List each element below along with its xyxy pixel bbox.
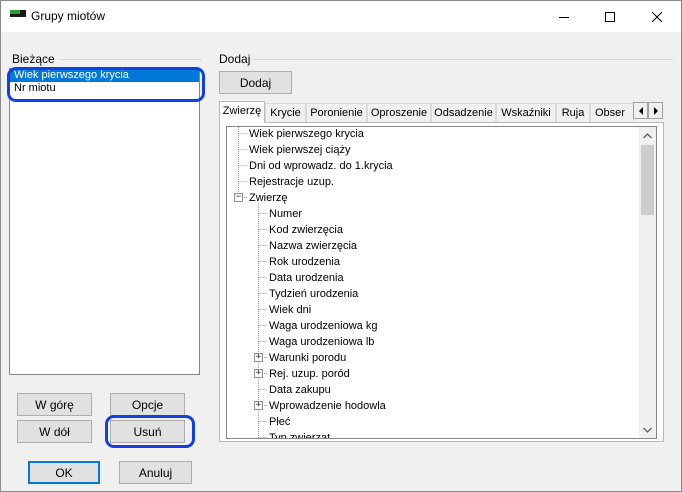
scroll-up-button[interactable] — [639, 127, 656, 144]
minimize-button[interactable] — [541, 1, 587, 32]
tree-item[interactable]: Płeć — [269, 414, 290, 430]
tab-krycie[interactable]: Krycie — [265, 103, 306, 123]
tree-node-rej-uzup-porod[interactable]: Rej. uzup. poród — [269, 366, 350, 382]
chevron-down-icon — [643, 427, 652, 433]
maximize-icon — [605, 11, 615, 22]
list-item[interactable]: Nr miotu — [10, 82, 199, 95]
scroll-down-button[interactable] — [639, 421, 656, 438]
tree-item[interactable]: Typ zwierząt — [269, 430, 330, 438]
list-item[interactable]: Wiek pierwszego krycia — [10, 69, 199, 82]
tab-ruja[interactable]: Ruja — [556, 103, 590, 123]
tree-item[interactable]: Tydzień urodzenia — [269, 286, 358, 302]
tree-item[interactable]: Rejestracje uzup. — [249, 174, 334, 190]
tree-item[interactable]: Nazwa zwierzęcia — [269, 238, 357, 254]
tab-panel: Wiek pierwszego krycia Wiek pierwszej ci… — [219, 122, 664, 442]
chevron-up-icon — [643, 132, 652, 138]
arrow-right-icon — [653, 106, 658, 115]
window-title: Grupy miotów — [31, 9, 106, 23]
tab-zwierze[interactable]: Zwierzę — [219, 101, 265, 123]
tree-item[interactable]: Wiek pierwszego krycia — [249, 127, 364, 142]
dialog-window: Grupy miotów Bieżące Wiek pierwszego kry… — [0, 0, 682, 492]
tab-wskazniki[interactable]: Wskaźniki — [496, 103, 556, 123]
tree-node-zwierze[interactable]: Zwierzę — [249, 190, 288, 206]
tree-item[interactable]: Wiek pierwszej ciąży — [249, 142, 350, 158]
tree-node-wprowadzenie-hodowla[interactable]: Wprowadzenie hodowla — [269, 398, 386, 414]
tree-item[interactable]: Wiek dni — [269, 302, 311, 318]
minimize-icon — [559, 16, 569, 18]
tree-item[interactable]: Waga urodzeniowa kg — [269, 318, 377, 334]
tree-node-warunki-porodu[interactable]: Warunki porodu — [269, 350, 346, 366]
tab-obserwacje[interactable]: Obser — [590, 103, 634, 123]
collapse-icon[interactable]: − — [234, 193, 243, 202]
tree-item[interactable]: Data zakupu — [269, 382, 331, 398]
tree-item[interactable]: Rok urodzenia — [269, 254, 340, 270]
expand-icon[interactable]: + — [254, 353, 263, 362]
group-divider — [253, 59, 673, 60]
move-up-button[interactable]: W górę — [17, 393, 92, 416]
add-group-label: Dodaj — [219, 52, 251, 66]
group-divider — [59, 59, 202, 60]
tree-item[interactable]: Kod zwierzęcia — [269, 222, 343, 238]
ok-button[interactable]: OK — [28, 461, 100, 484]
tab-odsadzenie[interactable]: Odsadzenie — [431, 103, 496, 123]
tree-item[interactable]: Data urodzenia — [269, 270, 344, 286]
maximize-button[interactable] — [587, 1, 633, 32]
tab-oproszenie[interactable]: Oproszenie — [367, 103, 431, 123]
move-down-button[interactable]: W dół — [17, 420, 92, 443]
arrow-left-icon — [638, 106, 643, 115]
remove-button[interactable]: Usuń — [110, 420, 185, 443]
current-items-listbox[interactable]: Wiek pierwszego krycia Nr miotu — [9, 68, 200, 375]
tree-item[interactable]: Waga urodzeniowa lb — [269, 334, 374, 350]
close-button[interactable] — [634, 1, 680, 32]
expand-icon[interactable]: + — [254, 401, 263, 410]
cancel-button[interactable]: Anuluj — [119, 461, 192, 484]
close-icon — [652, 11, 662, 22]
options-button[interactable]: Opcje — [110, 393, 185, 416]
tree-item[interactable]: Dni od wprowadz. do 1.krycia — [249, 158, 393, 174]
field-tree[interactable]: Wiek pierwszego krycia Wiek pierwszej ci… — [226, 126, 657, 439]
title-bar[interactable]: Grupy miotów — [1, 1, 681, 32]
tree-item[interactable]: Numer — [269, 206, 302, 222]
tree-scrollbar[interactable] — [639, 127, 656, 438]
tab-strip: Zwierzę Krycie Poronienie Oproszenie Ods… — [219, 101, 664, 123]
expand-icon[interactable]: + — [254, 369, 263, 378]
app-icon — [10, 10, 26, 18]
scrollbar-thumb[interactable] — [641, 145, 654, 215]
tab-scroll-right-button[interactable] — [648, 102, 663, 119]
current-group-label: Bieżące — [12, 52, 55, 66]
tab-poronienie[interactable]: Poronienie — [306, 103, 367, 123]
tab-scroll-left-button[interactable] — [633, 102, 648, 119]
add-button[interactable]: Dodaj — [219, 71, 292, 94]
